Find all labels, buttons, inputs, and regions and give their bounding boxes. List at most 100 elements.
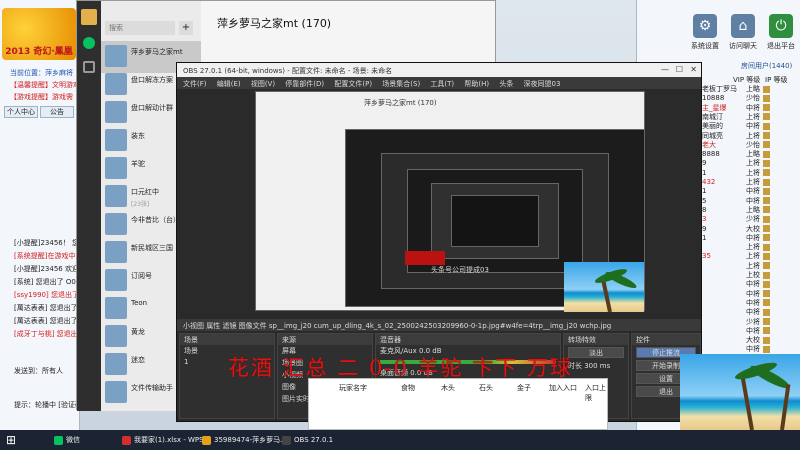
taskbar-wps[interactable]: 我要家(1).xlsx - WPS <box>120 433 204 447</box>
sources-header: 来源 <box>278 334 372 345</box>
user-row[interactable]: 中将 <box>702 298 796 307</box>
rank-badge-icon <box>763 187 770 195</box>
avatar <box>105 325 127 347</box>
user-row[interactable]: 少将 <box>702 317 796 326</box>
exit-platform-button[interactable]: ⏻ 退出平台 <box>763 14 799 51</box>
transition-select[interactable]: 淡出 <box>568 347 624 358</box>
user-row[interactable]: 中将 <box>702 279 796 288</box>
game-logo: 2013 奇幻·鳳凰 <box>2 8 76 60</box>
avatar <box>105 241 127 263</box>
rank-badge-icon <box>763 345 770 353</box>
minimize-icon[interactable]: — <box>661 65 669 74</box>
chat-name: 萍乡萝马之家mt <box>131 48 183 56</box>
chat-icon[interactable] <box>83 37 95 49</box>
user-name: 老大 <box>702 140 716 149</box>
user-row[interactable]: 中将 <box>702 289 796 298</box>
user-row[interactable]: 老大 少怡 <box>702 140 796 149</box>
room-users-tab[interactable]: 房间用户(1440) <box>741 61 792 71</box>
user-row[interactable]: 1 上将 <box>702 168 796 177</box>
user-level: 中将 <box>746 103 760 112</box>
sheet-header: 木头 <box>441 384 455 392</box>
notice-button[interactable]: 公告 <box>40 106 74 118</box>
transition-duration[interactable]: 时长 300 ms <box>564 360 628 372</box>
user-row[interactable]: 美丽的 中将 <box>702 121 796 130</box>
personal-center-button[interactable]: 个人中心 <box>4 106 38 118</box>
windows-start-icon[interactable]: ⊞ <box>6 433 20 447</box>
game-chat-line: [小提醒]23456 欢迎 <box>14 265 79 273</box>
user-row[interactable]: 上将 <box>702 242 796 251</box>
user-level: 上将 <box>746 261 760 270</box>
rank-badge-icon <box>763 122 770 130</box>
visit-chat-button[interactable]: ⌂ 访问聊天 <box>725 14 761 51</box>
rank-badge-icon <box>763 178 770 186</box>
location-text: 当前位置：萍乡麻将 <box>10 69 73 77</box>
user-name: 美丽的 <box>702 122 723 131</box>
user-row[interactable]: 主_星爆 中将 <box>702 103 796 112</box>
rank-badge-icon <box>763 141 770 149</box>
user-row[interactable]: 1 中将 <box>702 186 796 195</box>
user-name: 8888 <box>702 150 720 159</box>
user-row[interactable]: 3 少将 <box>702 214 796 223</box>
user-row[interactable]: 8888 上略 <box>702 149 796 158</box>
game-lobby-window: 2013 奇幻·鳳凰 当前位置：萍乡麻将 【温馨提醒】文明游戏 【游戏提醒】游戏… <box>0 0 82 430</box>
inner-caption: 头条号公司提成03 <box>431 266 489 274</box>
taskbar-obs[interactable]: OBS 27.0.1 <box>280 433 333 447</box>
rank-badge-icon <box>763 94 770 102</box>
user-level: 中将 <box>746 289 760 298</box>
close-icon[interactable]: ✕ <box>690 65 697 74</box>
user-row[interactable]: 老板丁罗马 上略 <box>702 84 796 93</box>
maximize-icon[interactable]: ☐ <box>676 65 683 74</box>
chat-name: 今非昔比（台） <box>131 216 180 224</box>
rank-badge-icon <box>763 215 770 223</box>
user-level: 中将 <box>746 326 760 335</box>
user-row[interactable]: 8 上略 <box>702 205 796 214</box>
obs-menu-bar[interactable]: 文件(F) 编辑(E) 视图(V) 停靠部件(D) 配置文件(P) 场景集合(S… <box>177 77 701 89</box>
user-name: 9 <box>702 159 707 168</box>
user-row[interactable]: 5 中将 <box>702 196 796 205</box>
user-level: 中将 <box>746 280 760 289</box>
transitions-header: 转场特效 <box>564 334 628 345</box>
user-row[interactable]: 中将 <box>702 344 796 353</box>
chat-name: 盘口解动计群 <box>131 104 173 112</box>
search-input[interactable] <box>105 21 175 35</box>
user-level: 少怡 <box>746 140 760 149</box>
user-row[interactable]: 9 大校 <box>702 224 796 233</box>
avatar <box>105 129 127 151</box>
user-row[interactable]: 大校 <box>702 335 796 344</box>
user-level: 上将 <box>746 243 760 252</box>
sheet-header: 玩家名字 <box>339 384 367 392</box>
system-settings-button[interactable]: ⚙ 系统设置 <box>687 14 723 51</box>
red-mark <box>405 251 445 265</box>
rank-badge-icon <box>763 169 770 177</box>
user-row[interactable]: 1 中将 <box>702 233 796 242</box>
obs-source-toolbar[interactable]: 小视图 属性 滤镜 图像文件 sp__img_j20 cum_up_dling_… <box>177 319 701 331</box>
user-row[interactable]: 432 上将 <box>702 177 796 186</box>
chat-name: 盘口解冻方案 <box>131 76 173 84</box>
user-row[interactable]: 上校 <box>702 270 796 279</box>
user-row[interactable]: 同城亮 上将 <box>702 131 796 140</box>
user-name: 南城汀 <box>702 112 723 121</box>
user-row[interactable]: 9 上将 <box>702 158 796 167</box>
chat-name: 文件传输助手 <box>131 384 173 392</box>
user-name: 1 <box>702 168 707 177</box>
user-row[interactable]: 35 上将 <box>702 251 796 260</box>
rank-badge-icon <box>763 271 770 279</box>
user-row[interactable]: 上将 <box>702 261 796 270</box>
user-row[interactable]: 中将 <box>702 307 796 316</box>
contacts-icon[interactable] <box>83 61 95 73</box>
avatar[interactable] <box>81 9 97 25</box>
user-row[interactable]: 10888 少怡 <box>702 93 796 102</box>
avatar <box>105 101 127 123</box>
rank-badge-icon <box>763 132 770 139</box>
user-row[interactable]: 南城汀 上将 <box>702 112 796 121</box>
chat-name: 黄龙 <box>131 328 145 336</box>
user-name: 5 <box>702 196 707 205</box>
send-to-select[interactable]: 所有人 <box>42 367 63 375</box>
chat-preview: [23张] <box>131 201 150 208</box>
add-chat-button[interactable]: + <box>179 21 193 35</box>
user-level: 上将 <box>746 168 760 177</box>
rank-badge-icon <box>763 308 770 316</box>
taskbar-game[interactable]: 35989474-萍乡萝马... <box>200 433 287 447</box>
taskbar-wechat[interactable]: 微信 <box>52 433 80 447</box>
user-row[interactable]: 中将 <box>702 326 796 335</box>
